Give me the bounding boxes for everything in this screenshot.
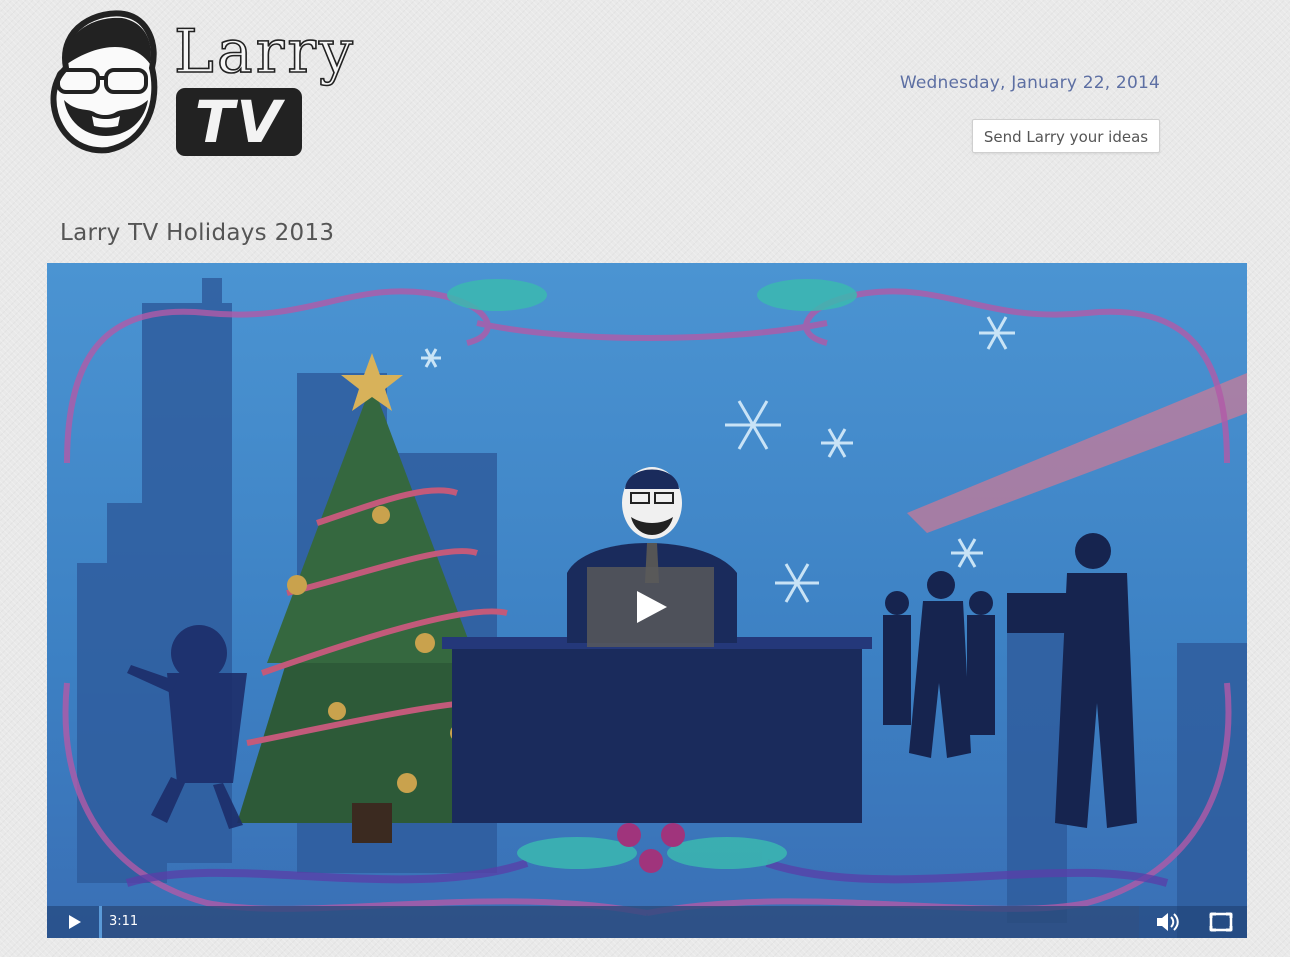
logo-larry-text: Larry [173,17,356,87]
volume-button[interactable] [1149,906,1185,938]
control-play-button[interactable] [57,906,93,938]
big-play-button[interactable] [587,567,714,647]
larry-face-logo-icon [50,10,158,154]
fullscreen-button[interactable] [1203,906,1239,938]
scrub-handle[interactable] [99,906,102,938]
volume-icon [1157,913,1179,931]
play-icon [69,915,81,929]
video-title: Larry TV Holidays 2013 [60,220,335,246]
page: Larry TV Wednesday, January 22, 2014 Sen… [0,0,1290,957]
video-player[interactable]: 3:11 [47,263,1247,938]
video-controls: 3:11 [47,906,1247,938]
progress-scrubber[interactable]: 3:11 [99,906,1139,938]
current-date: Wednesday, January 22, 2014 [899,73,1160,93]
play-icon [637,591,667,623]
send-ideas-button[interactable]: Send Larry your ideas [972,119,1160,153]
larry-tv-logo[interactable]: Larry TV [44,8,364,158]
logo-tv-text: TV [176,88,302,156]
video-duration: 3:11 [109,914,139,929]
fullscreen-icon [1209,912,1233,932]
